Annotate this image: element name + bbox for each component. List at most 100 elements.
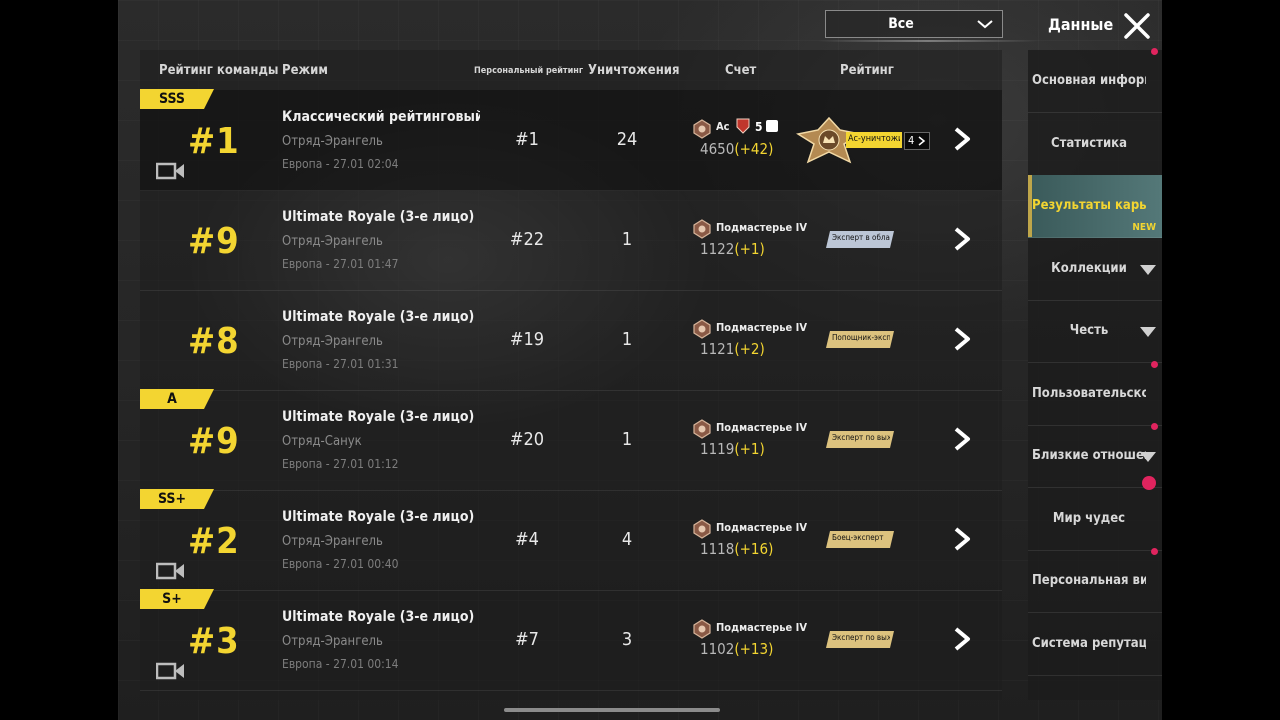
squad-map: Отряд-Эрангель [282, 634, 383, 649]
tier-name: Подмастерье IV [716, 321, 807, 334]
rating-score: 1121(+2) [700, 340, 790, 358]
chevron-right-icon[interactable] [952, 426, 974, 452]
sidebar-item[interactable]: Основная информация [1028, 48, 1162, 113]
squad-map: Отряд-Эрангель [282, 334, 383, 349]
score-delta: (+2) [734, 340, 765, 358]
title-plate: Эксперт по выживанию [826, 631, 894, 648]
score-delta: (+13) [734, 640, 774, 658]
tier-emblem-icon [693, 519, 711, 539]
sidebar-item[interactable]: Честь [1028, 300, 1162, 363]
tier-emblem-icon [693, 419, 711, 439]
mode-filter-dropdown[interactable]: Все [825, 10, 1003, 38]
sidebar-item[interactable]: Пользовательское [1028, 360, 1162, 426]
chevron-right-icon[interactable] [952, 126, 974, 152]
title-count-value: 4 [908, 134, 915, 147]
chevron-right-icon[interactable] [952, 626, 974, 652]
chevron-right-icon[interactable] [952, 226, 974, 252]
expand-triangle-icon [1140, 327, 1156, 337]
squad-map: Отряд-Санук [282, 434, 362, 449]
match-mode: Ultimate Royale (3-е лицо) [282, 609, 475, 625]
personal-rank: #1 [515, 129, 539, 150]
sidebar-item[interactable]: Коллекции NEW [1028, 222, 1162, 301]
tier-name: Подмастерье IV [716, 621, 807, 634]
match-mode: Ultimate Royale (3-е лицо) [282, 409, 475, 425]
notification-dot-icon [1151, 548, 1158, 555]
team-rating-grade: SS+ [157, 491, 187, 507]
table-row[interactable]: #8 Ultimate Royale (3-е лицо) Отряд-Эранге… [140, 290, 1002, 391]
score-delta: (+16) [734, 540, 774, 558]
sidebar-item[interactable]: Близкие отношения [1028, 423, 1162, 488]
squad-map: Отряд-Эрангель [282, 534, 383, 549]
team-placement: #9 [188, 221, 240, 262]
team-placement: #3 [188, 621, 240, 662]
team-placement: #8 [188, 321, 240, 362]
replay-camera-icon[interactable] [156, 162, 186, 180]
table-row[interactable]: S+ #3 Ultimate Royale (3-е лицо) Отряд-Эран… [140, 589, 1002, 691]
team-placement: #2 [188, 521, 240, 562]
score-delta: (+42) [734, 140, 774, 158]
team-rating-badge: SSS [140, 89, 214, 109]
score-delta: (+1) [734, 240, 765, 258]
col-score: Счет [725, 63, 757, 78]
sidebar: Основная информация Статистика Результаты … [1028, 48, 1162, 700]
sidebar-item-label: Персональная визитка [1032, 573, 1146, 588]
notification-dot-icon [1151, 48, 1158, 55]
notification-dot-icon [1151, 423, 1158, 430]
close-button[interactable] [1121, 10, 1153, 42]
title-name: Ас-уничтожитель [848, 134, 900, 144]
rating-score: 4650(+42) [700, 140, 790, 158]
personal-rank: #4 [515, 529, 539, 550]
expand-triangle-icon [1140, 452, 1156, 462]
region-time: Европа - 27.01 01:31 [282, 357, 399, 371]
career-results-screen: Все Данные Рейтинг команды Режим Персона… [118, 0, 1162, 720]
table-header: Рейтинг команды Режим Персональный рейти… [140, 50, 1002, 90]
replay-camera-icon[interactable] [156, 662, 186, 680]
region-time: Европа - 27.01 00:14 [282, 657, 399, 671]
tier-emblem-icon [693, 119, 711, 139]
new-badge: NEW [1132, 221, 1156, 233]
table-row[interactable]: SS+ #2 Ultimate Royale (3-е лицо) Отряд-Эра… [140, 489, 1002, 591]
sidebar-item[interactable]: Статистика [1028, 113, 1162, 176]
horizontal-scrollbar[interactable] [504, 708, 720, 712]
chevron-right-icon[interactable] [952, 326, 974, 352]
sidebar-item[interactable]: Система репутации [1028, 613, 1162, 676]
sidebar-item-label: Основная информация [1032, 73, 1146, 88]
match-mode: Ultimate Royale (3-е лицо) [282, 209, 475, 225]
tier-emblem-icon [693, 219, 711, 239]
sidebar-item-label: Система репутации [1032, 635, 1146, 651]
kills-count: 1 [621, 429, 633, 450]
chevron-right-icon[interactable] [952, 526, 974, 552]
chevron-right-small-icon [918, 136, 926, 146]
score-value: 1119 [700, 440, 735, 458]
match-mode: Ultimate Royale (3-е лицо) [282, 509, 475, 525]
tier-name: Подмастерье IV [716, 521, 807, 534]
title-name: Боец-эксперт [832, 533, 884, 542]
sidebar-item-label: Статистика [1051, 135, 1127, 151]
table-row[interactable]: SSS#1Классический рейтинговый (3-е лицо)… [140, 89, 1002, 191]
col-kills: Уничтожения [588, 63, 680, 78]
title-name: Эксперт в области припасов [832, 233, 890, 242]
sidebar-item[interactable]: Персональная визитка [1028, 548, 1162, 613]
table-row[interactable]: #9 Ultimate Royale (3-е лицо) Отряд-Эранге… [140, 190, 1002, 291]
score-value: 1102 [700, 640, 735, 658]
kills-count: 4 [621, 529, 633, 550]
team-placement: #9 [188, 421, 240, 462]
sidebar-item-label: Мир чудес [1052, 510, 1126, 526]
region-time: Европа - 27.01 02:04 [282, 157, 399, 171]
replay-camera-icon[interactable] [156, 562, 186, 580]
sidebar-item-label: Честь [1069, 323, 1109, 338]
title-name: Эксперт по выживанию [832, 433, 890, 442]
title-name: Эксперт по выживанию [832, 633, 890, 642]
title-plate: Попощник-эксперт [826, 331, 894, 348]
match-history-table: Рейтинг команды Режим Персональный рейти… [140, 50, 1002, 700]
table-row[interactable]: A #9 Ultimate Royale (3-е лицо) Отряд-Санук… [140, 389, 1002, 491]
tier-stars: 5 [755, 120, 763, 134]
rating-score: 1122(+1) [700, 240, 790, 258]
region-time: Европа - 27.01 00:40 [282, 557, 399, 571]
col-personal-rating: Персональный рейтинг [474, 66, 584, 76]
sidebar-item-label: Пользовательское [1032, 385, 1146, 401]
col-mode: Режим [282, 63, 328, 78]
sidebar-item[interactable]: Мир чудес [1028, 475, 1162, 551]
rating-score: 1102(+13) [700, 640, 790, 658]
title-count[interactable]: 4 [904, 132, 930, 150]
